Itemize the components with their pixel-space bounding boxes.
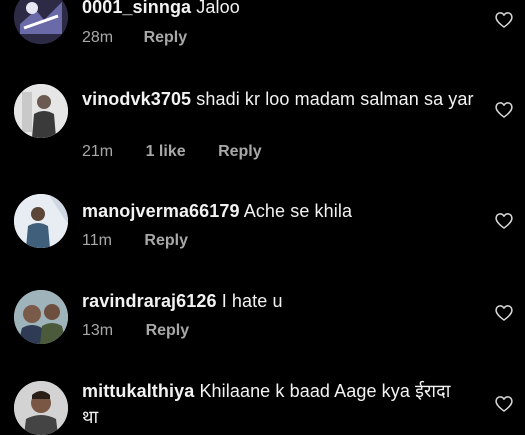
heart-outline-icon: [495, 396, 513, 412]
like-button[interactable]: [494, 394, 514, 414]
like-button[interactable]: [494, 100, 514, 120]
comment-meta: 11m Reply: [82, 231, 188, 251]
heart-outline-icon: [495, 12, 513, 28]
comment-time: 21m: [82, 143, 114, 160]
reply-button[interactable]: Reply: [144, 231, 188, 251]
comment-meta: 21m 1 like Reply: [82, 142, 262, 162]
like-button[interactable]: [494, 10, 514, 30]
username[interactable]: ravindraraj6126: [82, 291, 217, 311]
avatar-person-icon: [14, 290, 68, 344]
comment-body: manojverma66179 Ache se khila: [82, 198, 482, 224]
avatar[interactable]: [14, 381, 68, 435]
heart-outline-icon: [495, 305, 513, 321]
comment-text: Jaloo: [196, 0, 240, 17]
username[interactable]: 0001_sinnga: [82, 0, 191, 17]
avatar-person-icon: [14, 84, 68, 138]
avatar-graphic-icon: [14, 0, 68, 44]
comment-text: Ache se khila: [243, 201, 353, 221]
reply-button[interactable]: Reply: [218, 142, 262, 162]
like-count[interactable]: 1 like: [146, 142, 186, 162]
comment-time: 13m: [82, 322, 114, 339]
avatar[interactable]: [14, 194, 68, 248]
avatar-person-icon: [14, 381, 68, 435]
avatar-person-icon: [14, 194, 68, 248]
heart-outline-icon: [495, 213, 513, 229]
like-button[interactable]: [494, 211, 514, 231]
comment-text: shadi kr loo madam salman sa yar: [196, 89, 474, 109]
username[interactable]: mittukalthiya: [82, 381, 194, 401]
avatar[interactable]: [14, 290, 68, 344]
comment-body: ravindraraj6126 I hate u: [82, 288, 482, 314]
reply-button[interactable]: Reply: [144, 28, 188, 48]
comment-text: I hate u: [221, 291, 283, 311]
username[interactable]: vinodvk3705: [82, 89, 191, 109]
comment-time: 28m: [82, 29, 114, 46]
avatar[interactable]: [14, 84, 68, 138]
comment-body: mittukalthiya Khilaane k baad Aage kya ई…: [82, 378, 462, 430]
username[interactable]: manojverma66179: [82, 201, 240, 221]
reply-button[interactable]: Reply: [146, 321, 190, 341]
like-button[interactable]: [494, 303, 514, 323]
comment-meta: 13m Reply: [82, 321, 189, 341]
comment-body: vinodvk3705 shadi kr loo madam salman sa…: [82, 86, 477, 112]
comment-body: 0001_sinnga Jaloo: [82, 0, 482, 20]
avatar[interactable]: [14, 0, 68, 44]
comment-meta: 28m Reply: [82, 28, 187, 48]
heart-outline-icon: [495, 102, 513, 118]
comment-time: 11m: [82, 232, 112, 249]
